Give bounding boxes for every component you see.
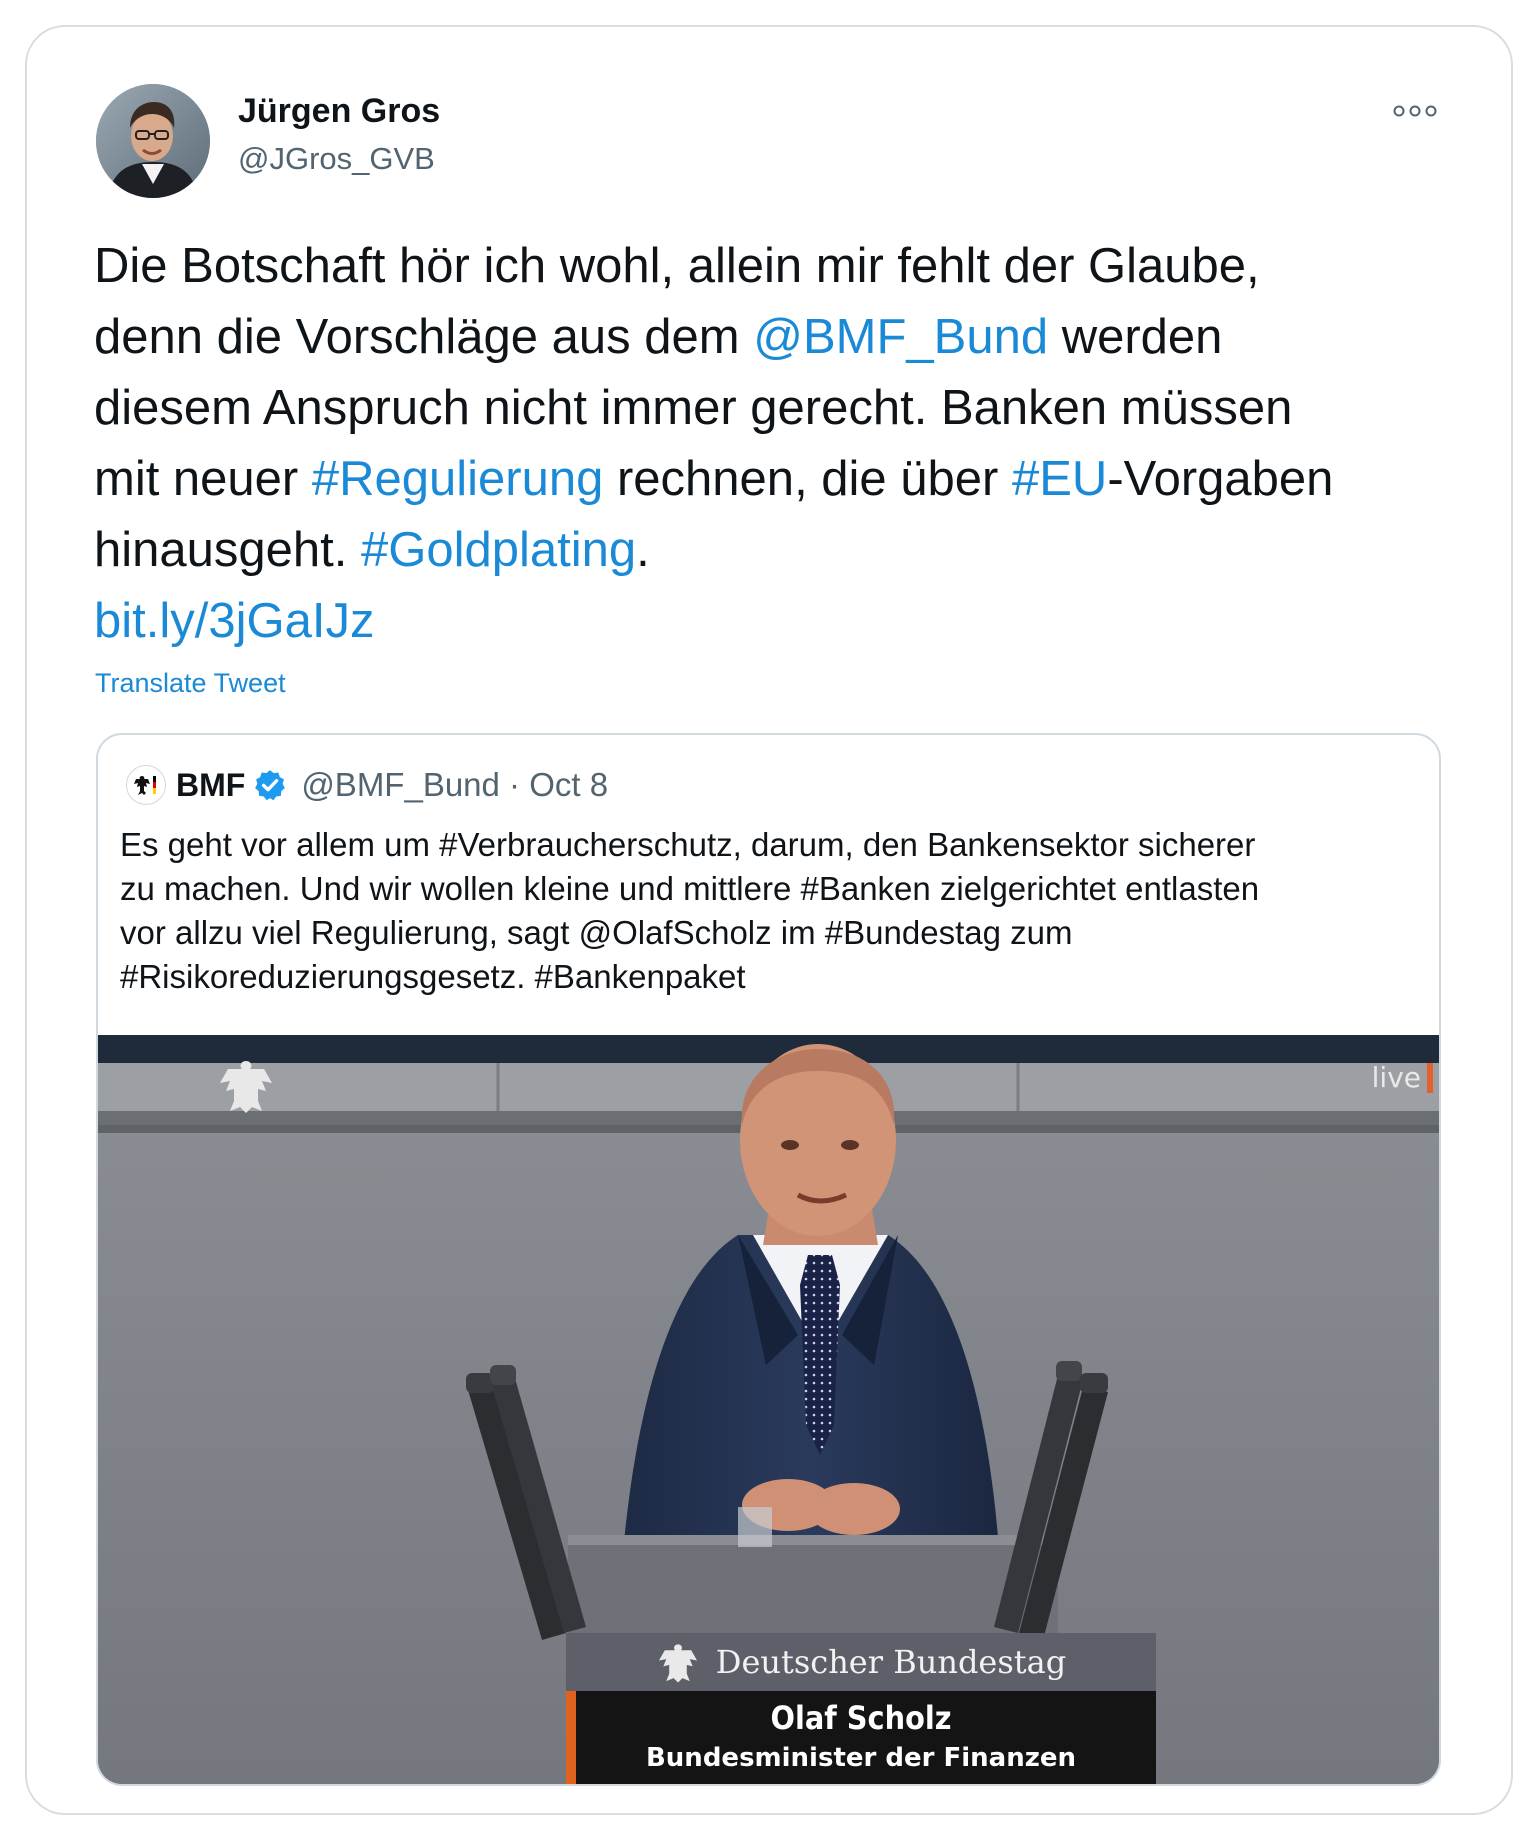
hashtag-link[interactable]: #Regulierung: [312, 452, 604, 506]
tweet-text-segment: .: [636, 523, 650, 577]
speaker-role: Bundesminister der Finanzen: [645, 1743, 1077, 1773]
url-link[interactable]: bit.ly/3jGaIJz: [94, 594, 374, 648]
quoted-text-line: vor allzu viel Regulierung, sagt @OlafSc…: [120, 914, 1073, 951]
tweet-text-line: mit neuer #Regulierung rechnen, die über…: [94, 444, 1474, 515]
tweet-text-line: denn die Vorschläge aus dem @BMF_Bund we…: [94, 302, 1474, 373]
mention-link[interactable]: @BMF_Bund: [753, 310, 1048, 364]
tweet-text-segment: diesem Anspruch nicht immer gerecht. Ban…: [94, 381, 1293, 435]
lower-third-institution-bar: Deutscher Bundestag: [566, 1633, 1156, 1691]
translate-tweet-link[interactable]: Translate Tweet: [95, 668, 286, 699]
quoted-text-line: #Risikoreduzierungsgesetz. #Bankenpaket: [120, 958, 746, 995]
bmf-avatar[interactable]: [126, 765, 166, 805]
speaker-name: Olaf Scholz: [770, 1699, 952, 1737]
quoted-author-name[interactable]: BMF: [176, 767, 245, 804]
author-handle[interactable]: @JGros_GVB: [238, 141, 435, 177]
tweet-text-line: hinausgeht. #Goldplating.: [94, 515, 1474, 586]
verified-badge-icon: [255, 770, 286, 801]
hashtag-link[interactable]: #EU: [1012, 452, 1107, 506]
author-avatar[interactable]: [96, 84, 210, 198]
tweet-text-segment: hinausgeht.: [94, 523, 361, 577]
quoted-tweet-text: Es geht vor allem um #Verbraucherschutz,…: [120, 823, 1420, 999]
tweet-text-line: diesem Anspruch nicht immer gerecht. Ban…: [94, 373, 1474, 444]
hashtag-link[interactable]: #Goldplating: [361, 523, 636, 577]
live-label: live: [1371, 1061, 1421, 1094]
quoted-tweet-header: BMF @BMF_Bund · Oct 8: [126, 763, 608, 807]
federal-eagle-icon: [134, 776, 156, 795]
lower-third-caption: Deutscher Bundestag Olaf Scholz Bundesmi…: [566, 1633, 1156, 1784]
more-options-button[interactable]: [1392, 98, 1438, 124]
profile-photo-icon: [96, 84, 210, 198]
tweet-text: Die Botschaft hör ich wohl, allein mir f…: [94, 231, 1474, 657]
tweet-text-segment: denn die Vorschläge aus dem: [94, 310, 754, 364]
video-player[interactable]: live Deutscher Bundestag Olaf Scholz Bun…: [98, 1035, 1439, 1784]
tweet-text-segment: rechnen, die über: [603, 452, 1012, 506]
live-accent: [1427, 1062, 1433, 1093]
tweet-text-segment: -Vorgaben: [1107, 452, 1334, 506]
quoted-text-line: zu machen. Und wir wollen kleine und mit…: [120, 870, 1260, 907]
institution-name: Deutscher Bundestag: [715, 1643, 1067, 1681]
tweet-text-segment: werden: [1048, 310, 1223, 364]
tweet-text-segment: Die Botschaft hör ich wohl, allein mir f…: [94, 239, 1260, 293]
author-name[interactable]: Jürgen Gros: [238, 92, 440, 131]
quoted-text-line: Es geht vor allem um #Verbraucherschutz,…: [120, 826, 1256, 863]
quoted-handle-date[interactable]: @BMF_Bund · Oct 8: [301, 766, 608, 804]
more-options-icon: [1393, 105, 1437, 117]
live-badge: live: [1372, 1061, 1433, 1094]
lower-third-speaker-bar: Olaf Scholz Bundesminister der Finanzen: [566, 1691, 1156, 1784]
federal-eagle-icon: [658, 1644, 697, 1683]
tweet-text-line: Die Botschaft hör ich wohl, allein mir f…: [94, 231, 1474, 302]
tweet-text-segment: mit neuer: [94, 452, 312, 506]
quoted-tweet[interactable]: BMF @BMF_Bund · Oct 8 Es geht vor allem …: [96, 733, 1441, 1786]
tweet-text-line: bit.ly/3jGaIJz: [94, 586, 1474, 657]
